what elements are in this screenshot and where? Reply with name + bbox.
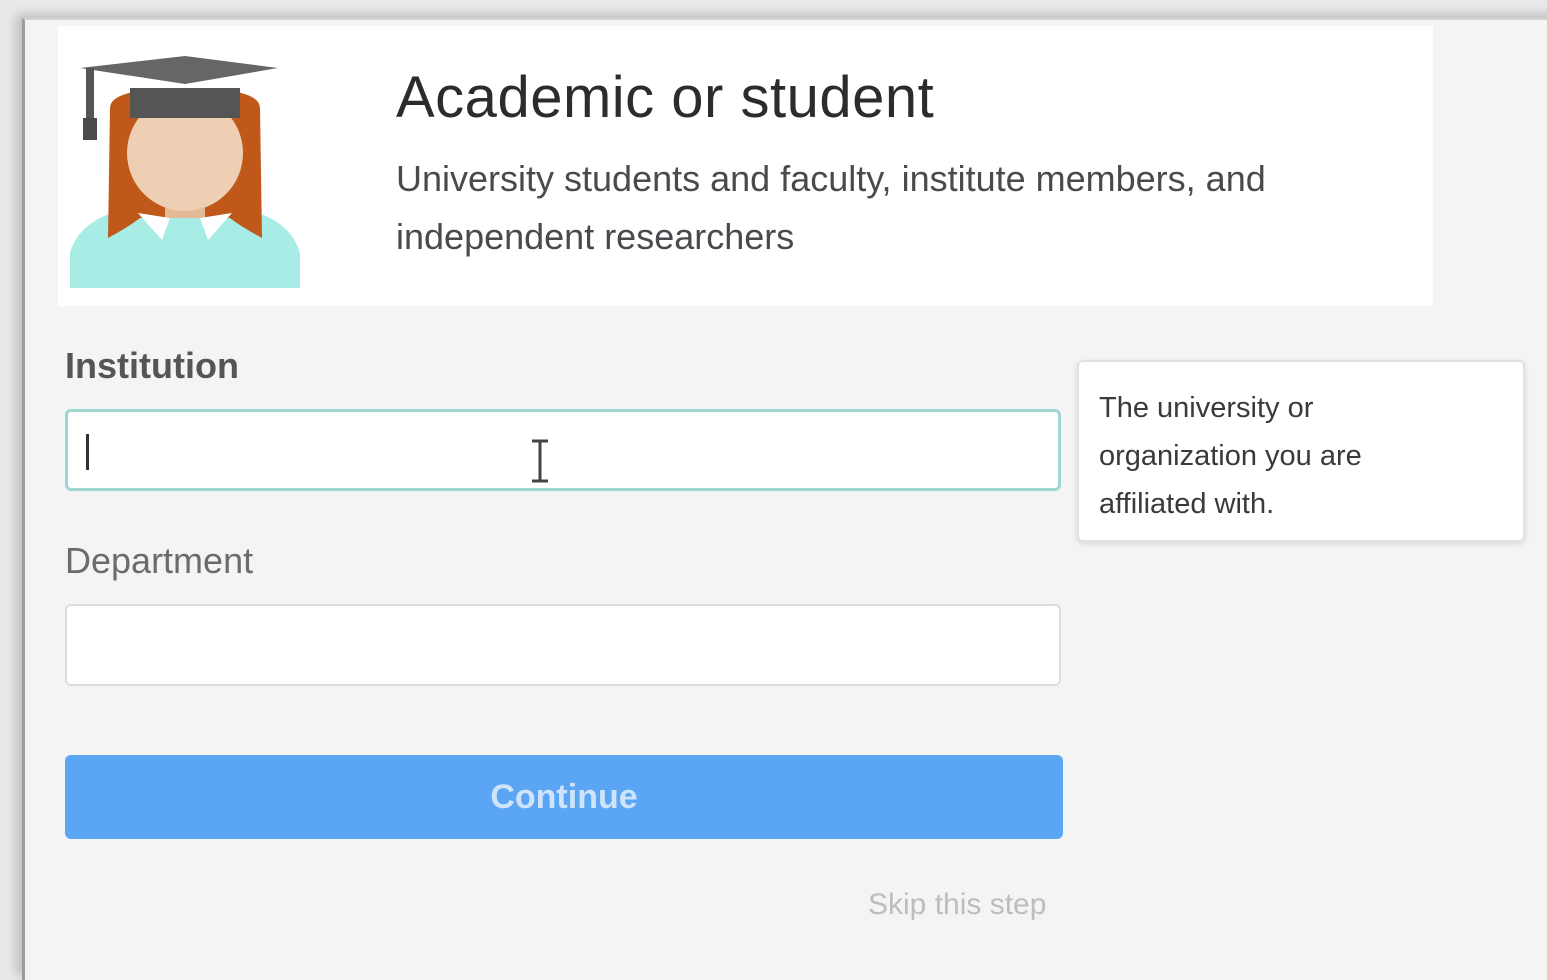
skip-step-link[interactable]: Skip this step <box>868 888 1046 922</box>
institution-input[interactable] <box>65 409 1061 491</box>
institution-label: Institution <box>65 345 239 386</box>
department-input[interactable] <box>65 604 1061 686</box>
department-label: Department <box>65 540 254 581</box>
tooltip-text: The university or organization you are a… <box>1099 392 1362 520</box>
ibeam-cursor-icon <box>532 439 548 483</box>
graduate-avatar-icon <box>70 56 300 288</box>
page-title: Academic or student <box>396 65 935 130</box>
text-caret <box>86 434 89 470</box>
account-type-card: Academic or student University students … <box>58 26 1433 306</box>
continue-button[interactable]: Continue <box>65 755 1063 839</box>
institution-tooltip: The university or organization you are a… <box>1077 360 1525 542</box>
page-subtitle: University students and faculty, institu… <box>396 158 1266 257</box>
